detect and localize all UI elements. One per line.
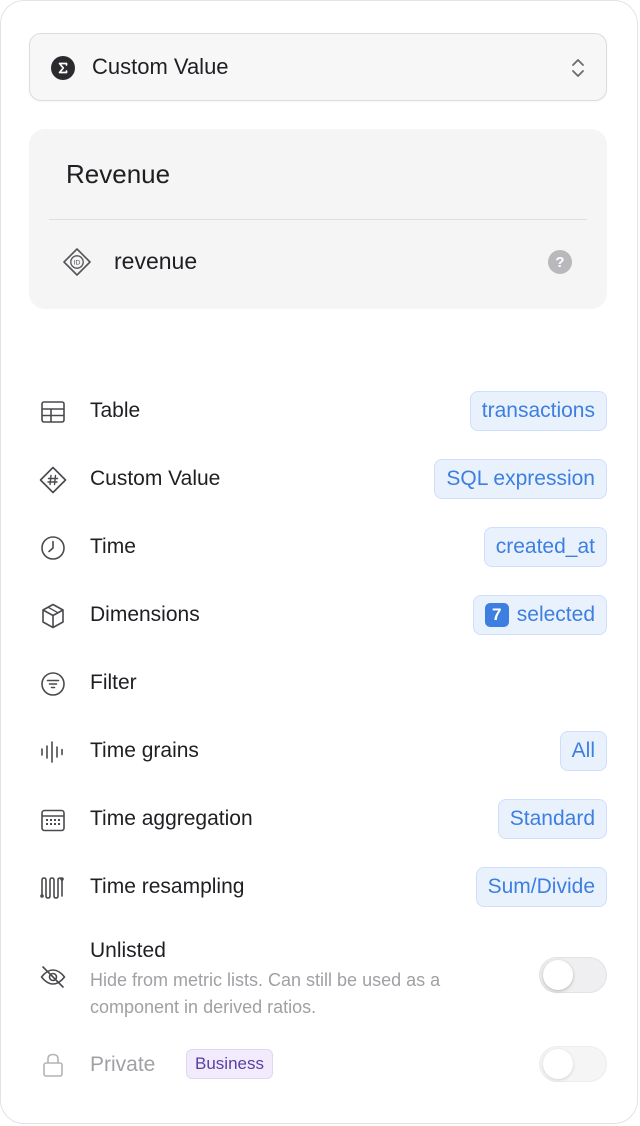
setting-row-private: Private Business: [1, 1041, 640, 1091]
time-grains-pill[interactable]: All: [559, 731, 607, 771]
metric-settings-panel: Custom Value Revenue ID revenue ? Table …: [0, 0, 638, 1124]
business-plan-badge: Business: [186, 1049, 273, 1079]
chevron-up-down-icon: [570, 56, 586, 85]
setting-label: Filter: [90, 671, 137, 694]
divider: [49, 219, 587, 220]
time-aggregation-pill[interactable]: Standard: [497, 799, 607, 839]
table-icon: [39, 398, 67, 426]
hash-diamond-icon: [39, 466, 67, 494]
table-value-pill[interactable]: transactions: [469, 391, 607, 431]
private-toggle[interactable]: [539, 1046, 607, 1082]
filter-icon: [39, 670, 67, 698]
setting-label: Time grains: [90, 739, 199, 762]
toggle-knob: [543, 1049, 573, 1079]
bars-icon: [39, 738, 67, 766]
setting-row-dimensions[interactable]: Dimensions 7 selected: [1, 587, 640, 643]
setting-row-unlisted: Unlisted Hide from metric lists. Can sti…: [1, 937, 640, 1027]
cube-icon: [39, 602, 67, 630]
clock-icon: [39, 534, 67, 562]
metric-type-label: Custom Value: [92, 54, 229, 79]
setting-row-time-resampling[interactable]: Time resampling Sum/Divide: [1, 859, 640, 915]
svg-text:ID: ID: [74, 260, 81, 267]
time-column-pill[interactable]: created_at: [483, 527, 607, 567]
setting-label: Time resampling: [90, 875, 245, 898]
metric-identity-card: Revenue ID revenue ?: [29, 129, 607, 309]
unlisted-toggle[interactable]: [539, 957, 607, 993]
setting-label: Dimensions: [90, 603, 200, 626]
dimensions-pill[interactable]: 7 selected: [472, 595, 607, 635]
setting-label: Time: [90, 535, 136, 558]
id-diamond-icon: ID: [62, 247, 92, 282]
setting-label: Table: [90, 399, 141, 422]
custom-value-pill[interactable]: SQL expression: [434, 459, 607, 499]
setting-label: Time aggregation: [90, 807, 253, 830]
setting-row-time-grains[interactable]: Time grains All: [1, 723, 640, 779]
sigma-icon: [51, 56, 75, 80]
private-label: Private: [90, 1053, 156, 1076]
metric-id-field[interactable]: revenue: [114, 248, 197, 275]
metric-name-field[interactable]: Revenue: [66, 159, 170, 190]
setting-row-time[interactable]: Time created_at: [1, 519, 640, 575]
time-resampling-pill[interactable]: Sum/Divide: [475, 867, 607, 907]
setting-row-custom-value[interactable]: Custom Value SQL expression: [1, 451, 640, 507]
lock-icon: [41, 1051, 65, 1084]
unlisted-label: Unlisted: [90, 939, 166, 962]
dimensions-value: selected: [516, 603, 595, 626]
toggle-knob: [543, 960, 573, 990]
help-icon[interactable]: ?: [548, 250, 572, 274]
setting-row-filter[interactable]: Filter: [1, 655, 640, 711]
dimensions-count-badge: 7: [484, 603, 509, 627]
eye-off-icon: [39, 963, 67, 996]
metric-type-select[interactable]: Custom Value: [29, 33, 607, 101]
unlisted-description: Hide from metric lists. Can still be use…: [90, 970, 441, 1017]
setting-row-time-aggregation[interactable]: Time aggregation Standard: [1, 791, 640, 847]
setting-label: Custom Value: [90, 467, 221, 490]
calendar-icon: [39, 806, 67, 834]
setting-row-table[interactable]: Table transactions: [1, 383, 640, 439]
resample-icon: [39, 874, 67, 902]
